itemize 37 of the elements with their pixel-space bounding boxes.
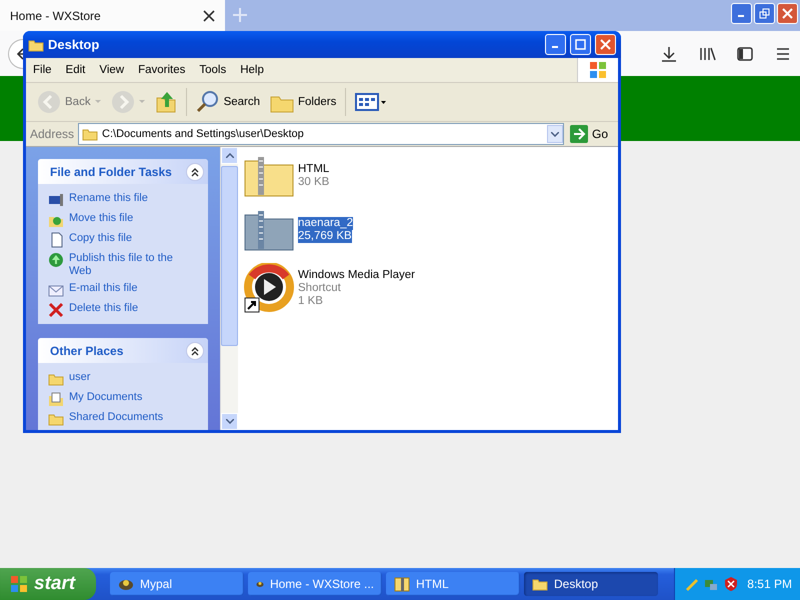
browser-tab[interactable]: Home - WXStore <box>0 0 225 31</box>
task-link[interactable]: Copy this file <box>69 232 132 245</box>
window-title: Desktop <box>48 37 100 52</box>
task-link[interactable]: Publish this file to the Web <box>68 252 198 278</box>
menu-item[interactable]: Help <box>233 64 271 76</box>
file-name[interactable]: HTML <box>298 163 330 176</box>
clock: 8:51 PM <box>747 577 792 591</box>
file-detail: Shortcut <box>298 282 341 294</box>
taskbar-item[interactable]: Mypal <box>110 572 244 596</box>
file-detail: 1 KB <box>298 294 323 308</box>
go-button[interactable]: Go <box>568 125 614 143</box>
taskbar-item[interactable]: HTML <box>386 572 520 596</box>
panel-title: File and Folder Tasks <box>50 164 172 178</box>
address-field[interactable]: C:\Documents and Settings\user\Desktop <box>78 123 564 145</box>
task-link[interactable]: E-mail this file <box>69 282 138 295</box>
task-link[interactable]: user <box>69 371 90 384</box>
menu-item[interactable]: Favorites <box>131 64 192 76</box>
menu-item[interactable]: Tools <box>192 64 234 76</box>
file-name[interactable]: naenara_2 <box>298 217 353 230</box>
start-button[interactable]: start <box>0 568 96 600</box>
panel-title: Other Places <box>50 344 124 358</box>
menu-item[interactable]: File <box>26 64 59 76</box>
task-link[interactable]: Rename this file <box>69 192 148 205</box>
taskbar-item[interactable]: Desktop <box>524 572 658 596</box>
folders-button[interactable]: Folders <box>267 89 340 115</box>
file-detail: 30 KB <box>298 176 330 189</box>
task-link[interactable]: Shared Documents <box>69 411 164 424</box>
file-detail: 25,769 KB <box>298 230 352 243</box>
taskbar-item[interactable]: Home - WXStore ... <box>248 572 382 596</box>
task-link[interactable]: Delete this file <box>69 302 138 315</box>
task-link[interactable]: Move this file <box>69 212 134 225</box>
menu-item[interactable]: Edit <box>58 64 92 76</box>
menu-item[interactable]: View <box>92 64 132 76</box>
task-link[interactable]: My Documents <box>69 391 142 404</box>
file-name[interactable]: Windows Media Player <box>298 268 415 282</box>
search-button[interactable]: Search <box>192 88 264 116</box>
address-label: Address <box>30 127 74 141</box>
